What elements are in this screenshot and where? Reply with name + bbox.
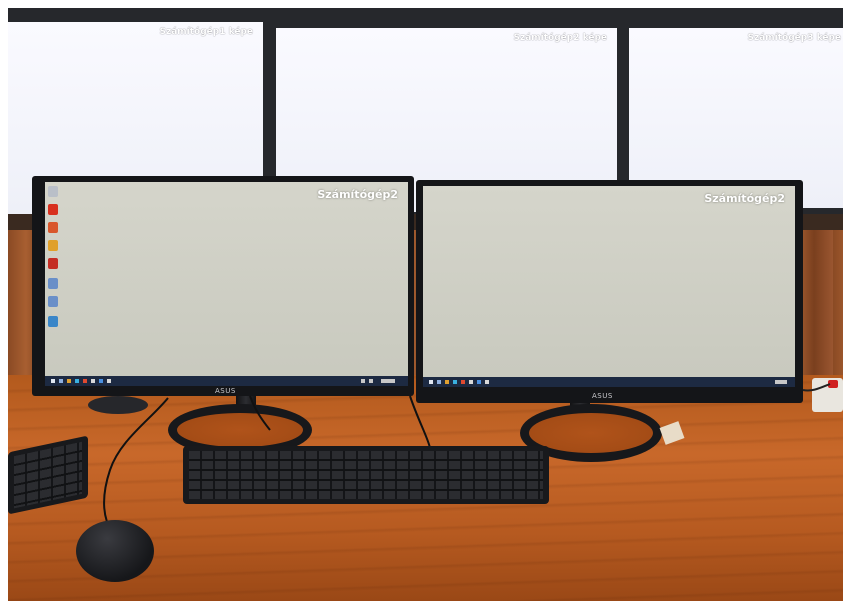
keyboard (183, 446, 549, 504)
photo-scene: Számítógép1 képe Számítógép2 képe Számít… (0, 0, 843, 601)
mouse (76, 520, 154, 582)
cables (103, 383, 831, 533)
